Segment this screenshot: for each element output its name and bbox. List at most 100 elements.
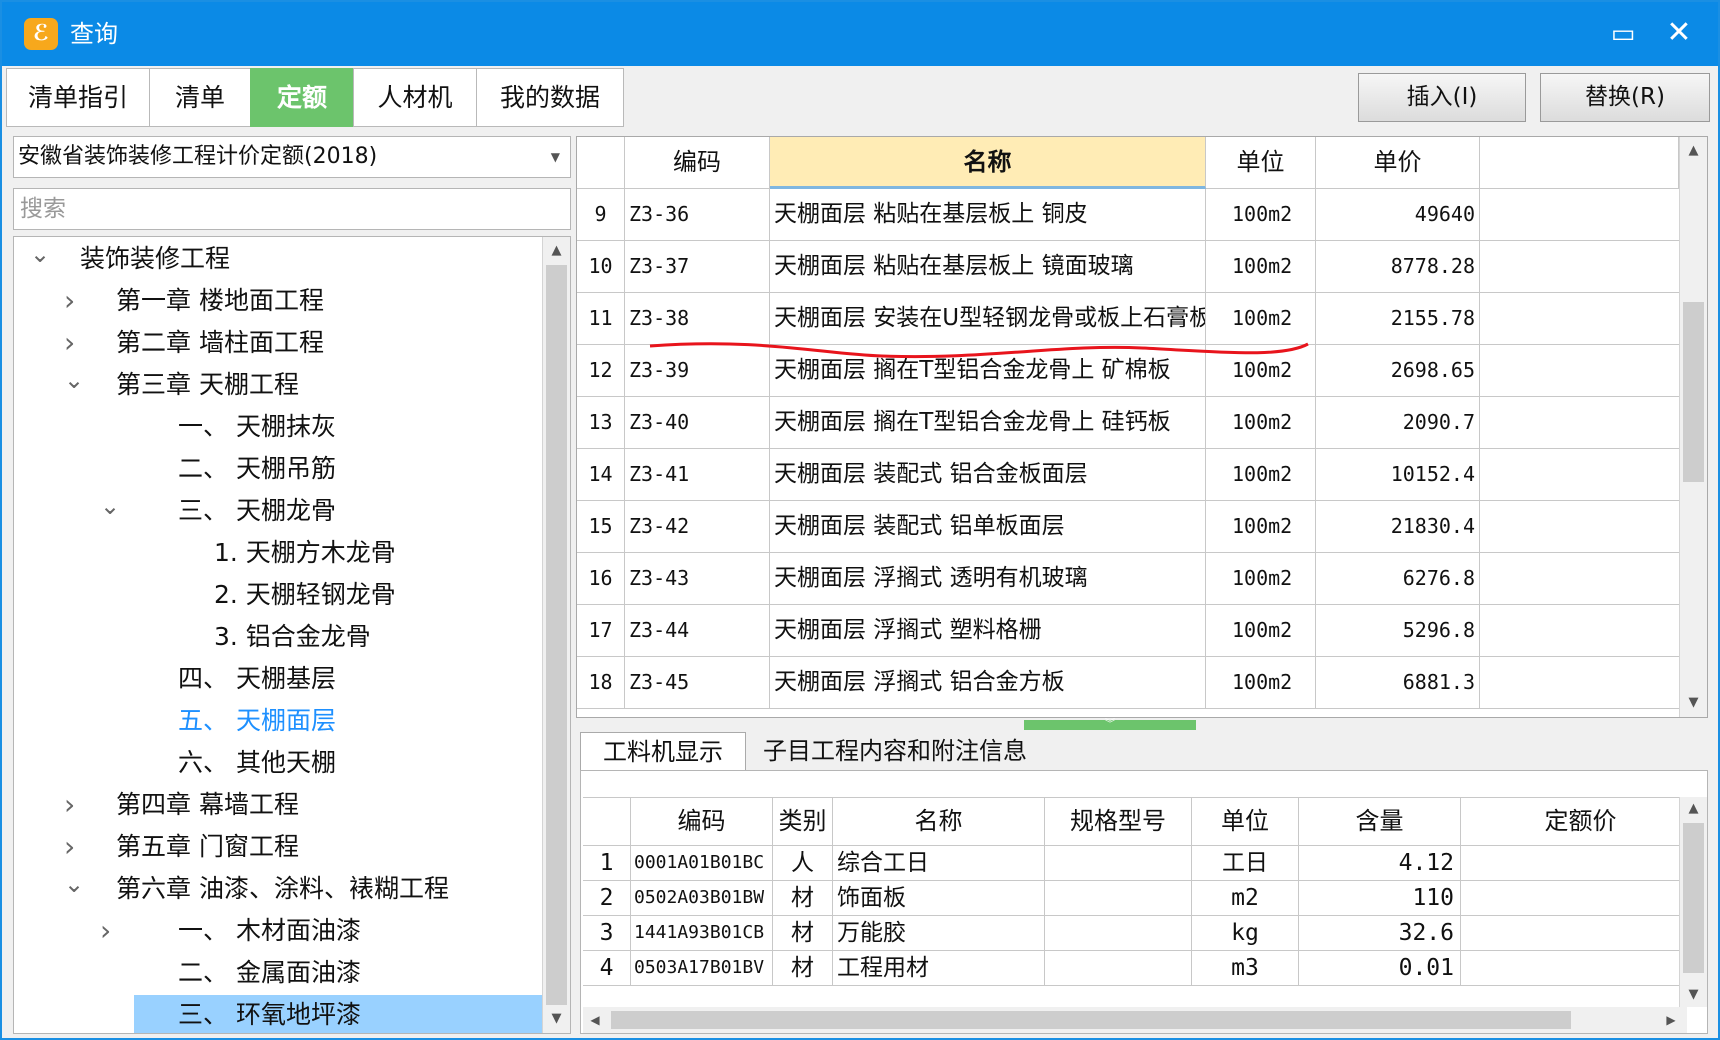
material-unit[interactable]: kg — [1192, 916, 1299, 951]
row-number[interactable]: 17 — [577, 605, 625, 657]
tree-toggle-icon[interactable]: ⌄ — [30, 239, 50, 269]
material-unit[interactable]: 工日 — [1192, 846, 1299, 881]
material-name[interactable]: 万能胶 — [833, 916, 1045, 951]
quota-code[interactable]: Z3-36 — [625, 189, 770, 241]
material-code[interactable]: 0001A01B01BC — [631, 846, 773, 881]
quota-unit[interactable]: 100m2 — [1206, 397, 1316, 449]
material-scroll-thumb[interactable] — [1683, 823, 1704, 973]
tree-item[interactable]: 四、 天棚基层 — [178, 659, 336, 699]
material-spec[interactable] — [1045, 846, 1192, 881]
tree-toggle-icon[interactable]: › — [64, 323, 75, 363]
quota-price[interactable]: 10152.4 — [1316, 449, 1480, 501]
tree-item[interactable]: 三、 天棚龙骨 — [178, 491, 336, 531]
quota-name[interactable]: 天棚面层 浮搁式 塑料格栅 — [770, 605, 1206, 657]
tree-scroll-thumb[interactable] — [546, 265, 567, 1005]
row-number[interactable]: 13 — [577, 397, 625, 449]
quota-code[interactable]: Z3-44 — [625, 605, 770, 657]
quota-unit[interactable]: 100m2 — [1206, 293, 1316, 345]
material-name[interactable]: 工程用材 — [833, 951, 1045, 986]
quota-name[interactable]: 天棚面层 装配式 铝合金板面层 — [770, 449, 1206, 501]
header-code[interactable]: 编码 — [631, 798, 773, 846]
material-scrollbar[interactable]: ▲ ▼ — [1679, 797, 1707, 1007]
quota-price[interactable]: 5296.8 — [1316, 605, 1480, 657]
quota-price[interactable]: 6276.8 — [1316, 553, 1480, 605]
material-qty[interactable]: 4.12 — [1299, 846, 1461, 881]
quota-unit[interactable]: 100m2 — [1206, 657, 1316, 709]
header-name[interactable]: 名称 — [833, 798, 1045, 846]
quota-unit[interactable]: 100m2 — [1206, 345, 1316, 397]
quota-unit[interactable]: 100m2 — [1206, 189, 1316, 241]
quota-name[interactable]: 天棚面层 安装在U型轻钢龙骨或板上石膏板 — [770, 293, 1206, 345]
tree-item[interactable]: 五、 天棚面层 — [178, 701, 336, 741]
quota-code[interactable]: Z3-45 — [625, 657, 770, 709]
quota-price[interactable]: 8778.28 — [1316, 241, 1480, 293]
maximize-icon[interactable]: ▭ — [1606, 20, 1640, 48]
header-type[interactable]: 类别 — [773, 798, 833, 846]
quota-unit[interactable]: 100m2 — [1206, 501, 1316, 553]
material-unit[interactable]: m3 — [1192, 951, 1299, 986]
quota-name[interactable]: 天棚面层 装配式 铝单板面层 — [770, 501, 1206, 553]
quota-name[interactable]: 天棚面层 粘贴在基层板上 镜面玻璃 — [770, 241, 1206, 293]
material-spec[interactable] — [1045, 881, 1192, 916]
quota-code[interactable]: Z3-43 — [625, 553, 770, 605]
tree-toggle-icon[interactable]: ⌄ — [64, 365, 84, 395]
scroll-down-icon[interactable]: ▼ — [1680, 691, 1707, 715]
material-spec[interactable] — [1045, 916, 1192, 951]
tree-item[interactable]: 2. 天棚轻钢龙骨 — [214, 575, 396, 615]
chevron-down-icon[interactable]: ▼ — [551, 137, 560, 177]
tab-quota[interactable]: 定额 — [250, 68, 354, 127]
tree-item[interactable]: 第二章 墙柱面工程 — [116, 323, 324, 363]
scroll-up-icon[interactable]: ▲ — [1680, 797, 1707, 821]
tree-scrollbar[interactable]: ▲ ▼ — [542, 237, 570, 1033]
material-hscroll-thumb[interactable] — [611, 1011, 1571, 1029]
row-number[interactable]: 10 — [577, 241, 625, 293]
replace-button[interactable]: 替换(R) — [1540, 73, 1710, 122]
quota-name[interactable]: 天棚面层 浮搁式 铝合金方板 — [770, 657, 1206, 709]
material-quota-price[interactable] — [1461, 881, 1687, 916]
row-number[interactable]: 2 — [583, 881, 631, 916]
quota-code[interactable]: Z3-39 — [625, 345, 770, 397]
tab-material-display[interactable]: 工料机显示 — [580, 732, 746, 772]
tree-item[interactable]: 六、 其他天棚 — [178, 743, 336, 783]
quota-name[interactable]: 天棚面层 搁在T型铝合金龙骨上 矿棉板 — [770, 345, 1206, 397]
quota-code[interactable]: Z3-41 — [625, 449, 770, 501]
material-type[interactable]: 人 — [773, 846, 833, 881]
tree-item[interactable]: 第三章 天棚工程 — [116, 365, 299, 405]
header-price[interactable]: 单价 — [1316, 137, 1480, 189]
tree-toggle-icon[interactable]: › — [64, 827, 75, 867]
tree-toggle-icon[interactable]: › — [100, 911, 111, 951]
quota-name[interactable]: 天棚面层 搁在T型铝合金龙骨上 硅钙板 — [770, 397, 1206, 449]
tree-item[interactable]: 第四章 幕墙工程 — [116, 785, 299, 825]
grid-scrollbar[interactable]: ▲ ▼ — [1679, 137, 1707, 717]
quota-unit[interactable]: 100m2 — [1206, 449, 1316, 501]
header-unit[interactable]: 单位 — [1192, 798, 1299, 846]
tree-item[interactable]: 一、 木材面油漆 — [178, 911, 361, 951]
tree-toggle-icon[interactable]: ⌄ — [64, 869, 84, 899]
scroll-up-icon[interactable]: ▲ — [543, 239, 570, 263]
scroll-down-icon[interactable]: ▼ — [543, 1007, 570, 1031]
tree-item[interactable]: 第六章 油漆、涂料、裱糊工程 — [116, 869, 449, 909]
scroll-up-icon[interactable]: ▲ — [1680, 139, 1707, 163]
material-name[interactable]: 综合工日 — [833, 846, 1045, 881]
panel-splitter[interactable]: ︾ — [1024, 720, 1196, 730]
material-code[interactable]: 0502A03B01BW — [631, 881, 773, 916]
insert-button[interactable]: 插入(I) — [1358, 73, 1526, 122]
quota-name[interactable]: 天棚面层 粘贴在基层板上 铜皮 — [770, 189, 1206, 241]
quota-code[interactable]: Z3-40 — [625, 397, 770, 449]
material-qty[interactable]: 32.6 — [1299, 916, 1461, 951]
material-quota-price[interactable] — [1461, 846, 1687, 881]
material-type[interactable]: 材 — [773, 916, 833, 951]
scroll-right-icon[interactable]: ▶ — [1659, 1007, 1683, 1033]
row-number[interactable]: 9 — [577, 189, 625, 241]
tree-item[interactable]: 第五章 门窗工程 — [116, 827, 299, 867]
quota-code[interactable]: Z3-38 — [625, 293, 770, 345]
tree-item[interactable]: 一、 天棚抹灰 — [178, 407, 336, 447]
header-qty[interactable]: 含量 — [1299, 798, 1461, 846]
material-type[interactable]: 材 — [773, 951, 833, 986]
tree-item[interactable]: 二、 金属面油漆 — [178, 953, 361, 993]
header-name[interactable]: 名称 — [770, 137, 1206, 189]
quota-library-select[interactable]: 安徽省装饰装修工程计价定额(2018) ▼ — [13, 136, 571, 178]
material-code[interactable]: 1441A93B01CB — [631, 916, 773, 951]
tab-content-notes[interactable]: 子目工程内容和附注信息 — [750, 732, 1040, 772]
material-qty[interactable]: 0.01 — [1299, 951, 1461, 986]
